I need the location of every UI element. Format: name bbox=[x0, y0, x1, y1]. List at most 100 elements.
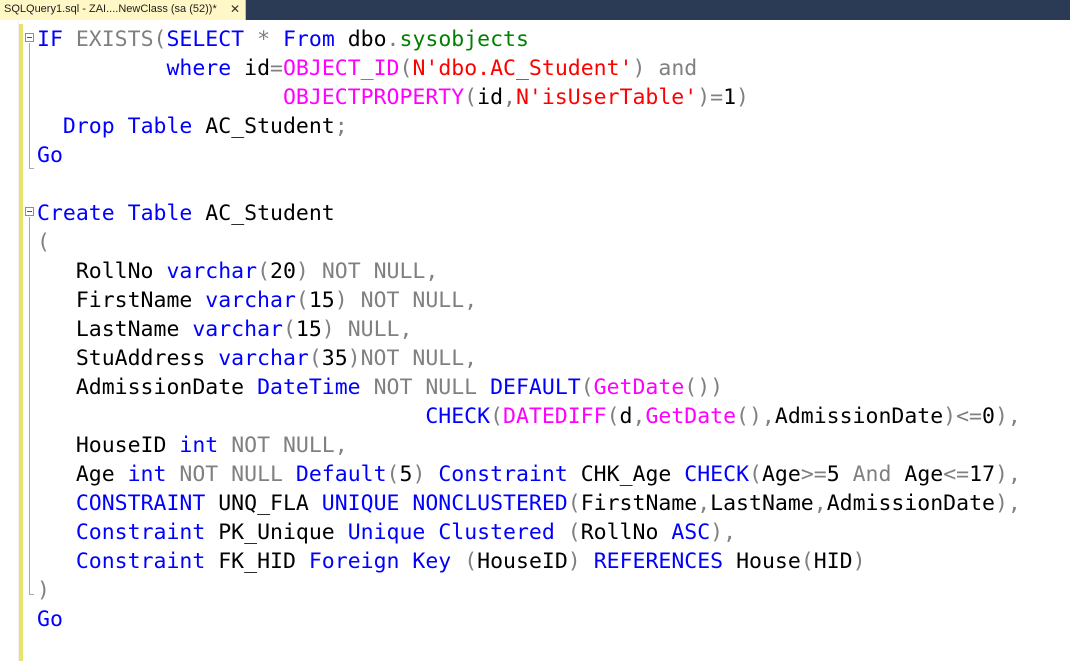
sql-operator: ) bbox=[321, 317, 335, 342]
code-line[interactable]: IF EXISTS(SELECT * From dbo.sysobjects bbox=[37, 25, 1021, 54]
sql-identifier: UNQ_FLA bbox=[205, 491, 322, 516]
code-line[interactable]: Age int NOT NULL Default(5) Constraint C… bbox=[37, 460, 1021, 489]
sql-identifier bbox=[37, 404, 425, 429]
sql-operator: )<= bbox=[943, 404, 983, 429]
sql-operator: ; bbox=[334, 114, 348, 139]
sql-keyword: int bbox=[179, 433, 219, 458]
sql-keyword: Constraint bbox=[75, 520, 206, 545]
collapse-toggle-create-block[interactable] bbox=[25, 207, 34, 216]
sql-operator: ), bbox=[994, 404, 1021, 429]
sql-editor[interactable]: IF EXISTS(SELECT * From dbo.sysobjects w… bbox=[0, 20, 1070, 661]
outline-end-create-block bbox=[29, 594, 34, 595]
sql-operator: (), bbox=[736, 404, 775, 429]
sql-identifier: 20 bbox=[270, 259, 296, 284]
sql-keyword: Go bbox=[37, 607, 63, 632]
query-tab[interactable]: SQLQuery1.sql - ZAI....NewClass (sa (52)… bbox=[0, 0, 246, 20]
sql-operator: ( bbox=[37, 230, 50, 255]
sql-operator: , bbox=[813, 491, 827, 516]
sql-identifier bbox=[218, 433, 231, 458]
sql-identifier bbox=[425, 462, 438, 487]
sql-operator: ( bbox=[308, 346, 322, 371]
sql-operator: )NOT NULL, bbox=[347, 346, 478, 371]
code-line[interactable]: ) bbox=[37, 576, 1021, 605]
sql-identifier: dbo bbox=[334, 27, 387, 52]
sql-operator: >= bbox=[800, 462, 827, 487]
sql-identifier: id bbox=[477, 85, 504, 110]
sql-operator: ( bbox=[749, 462, 762, 487]
code-line[interactable]: Create Table AC_Student bbox=[37, 199, 1021, 228]
sql-identifier bbox=[555, 520, 568, 545]
sql-keyword: Table bbox=[127, 114, 193, 139]
sql-function: GetDate bbox=[593, 375, 685, 400]
code-line[interactable]: Go bbox=[37, 141, 1021, 170]
sql-function: OBJECTPROPERTY bbox=[282, 85, 465, 110]
sql-keyword: int bbox=[127, 462, 167, 487]
sql-operator: NOT NULL, bbox=[321, 259, 439, 284]
code-line[interactable]: where id=OBJECT_ID(N'dbo.AC_Student') an… bbox=[37, 54, 1021, 83]
code-line[interactable]: AdmissionDate DateTime NOT NULL DEFAULT(… bbox=[37, 373, 1021, 402]
sql-operator: ) bbox=[412, 462, 426, 487]
sql-identifier: LastName bbox=[710, 491, 814, 516]
sql-keyword: Drop bbox=[62, 114, 115, 139]
sql-identifier: 17 bbox=[969, 462, 996, 487]
code-line[interactable]: CHECK(DATEDIFF(d,GetDate(),AdmissionDate… bbox=[37, 402, 1021, 431]
sql-system-object: sysobjects bbox=[399, 27, 529, 52]
sql-identifier: PK_Unique bbox=[205, 520, 348, 545]
sql-string: N'isUserTable' bbox=[515, 85, 698, 110]
change-tracking-bar bbox=[19, 24, 23, 661]
sql-identifier bbox=[37, 56, 166, 81]
sql-operator: ()) bbox=[684, 375, 724, 400]
outline-guide-if-block bbox=[29, 43, 30, 168]
sql-operator: ) bbox=[632, 56, 646, 81]
code-line[interactable]: StuAddress varchar(35)NOT NULL, bbox=[37, 344, 1021, 373]
code-line[interactable]: RollNo varchar(20) NOT NULL, bbox=[37, 257, 1021, 286]
sql-identifier bbox=[335, 317, 348, 342]
sql-identifier: AdmissionDate bbox=[37, 375, 258, 400]
sql-identifier: 15 bbox=[308, 288, 335, 313]
sql-identifier: AdmissionDate bbox=[826, 491, 995, 516]
sql-operator: <= bbox=[943, 462, 970, 487]
sql-keyword: CONSTRAINT bbox=[75, 491, 206, 516]
sql-operator: ) bbox=[295, 259, 309, 284]
sql-identifier: id bbox=[231, 56, 271, 81]
code-line[interactable]: ​ bbox=[37, 170, 1021, 199]
sql-identifier: 35 bbox=[321, 346, 348, 371]
sql-identifier bbox=[645, 56, 658, 81]
sql-keyword: ASC bbox=[671, 520, 711, 545]
sql-identifier bbox=[283, 462, 296, 487]
sql-operator: ) bbox=[567, 549, 581, 574]
sql-identifier bbox=[37, 85, 283, 110]
sql-keyword: UNIQUE bbox=[321, 491, 400, 516]
code-line[interactable]: OBJECTPROPERTY(id,N'isUserTable')=1) bbox=[37, 83, 1021, 112]
code-line[interactable]: CONSTRAINT UNQ_FLA UNIQUE NONCLUSTERED(F… bbox=[37, 489, 1021, 518]
sql-keyword: varchar bbox=[192, 317, 283, 342]
sql-identifier: HouseID bbox=[477, 549, 568, 574]
code-line[interactable]: ( bbox=[37, 228, 1021, 257]
collapse-toggle-if-block[interactable] bbox=[25, 33, 34, 42]
sql-identifier: AdmissionDate bbox=[774, 404, 944, 429]
code-line[interactable]: Constraint PK_Unique Unique Clustered (R… bbox=[37, 518, 1021, 547]
sql-identifier: 15 bbox=[295, 317, 322, 342]
sql-identifier: FirstName bbox=[580, 491, 698, 516]
sql-operator: . bbox=[386, 27, 400, 52]
sql-identifier bbox=[270, 27, 283, 52]
sql-operator: ) bbox=[852, 549, 866, 574]
sql-keyword: Constraint bbox=[438, 462, 568, 487]
sql-identifier bbox=[425, 520, 438, 545]
sql-identifier: FK_HID bbox=[205, 549, 309, 574]
sql-operator: ( bbox=[257, 259, 271, 284]
sql-operator: ( bbox=[606, 404, 620, 429]
code-line[interactable]: FirstName varchar(15) NOT NULL, bbox=[37, 286, 1021, 315]
code-line[interactable]: Constraint FK_HID Foreign Key (HouseID) … bbox=[37, 547, 1021, 576]
sql-operator: ), bbox=[994, 491, 1021, 516]
sql-operator: ( bbox=[282, 317, 296, 342]
code-line[interactable]: LastName varchar(15) NULL, bbox=[37, 315, 1021, 344]
code-text[interactable]: IF EXISTS(SELECT * From dbo.sysobjects w… bbox=[37, 25, 1021, 634]
sql-operator: , bbox=[632, 404, 646, 429]
close-icon[interactable]: ✕ bbox=[230, 2, 240, 16]
sql-operator: , bbox=[697, 491, 711, 516]
code-line[interactable]: Drop Table AC_Student; bbox=[37, 112, 1021, 141]
code-line[interactable]: HouseID int NOT NULL, bbox=[37, 431, 1021, 460]
code-line[interactable]: Go bbox=[37, 605, 1021, 634]
sql-identifier bbox=[309, 259, 322, 284]
